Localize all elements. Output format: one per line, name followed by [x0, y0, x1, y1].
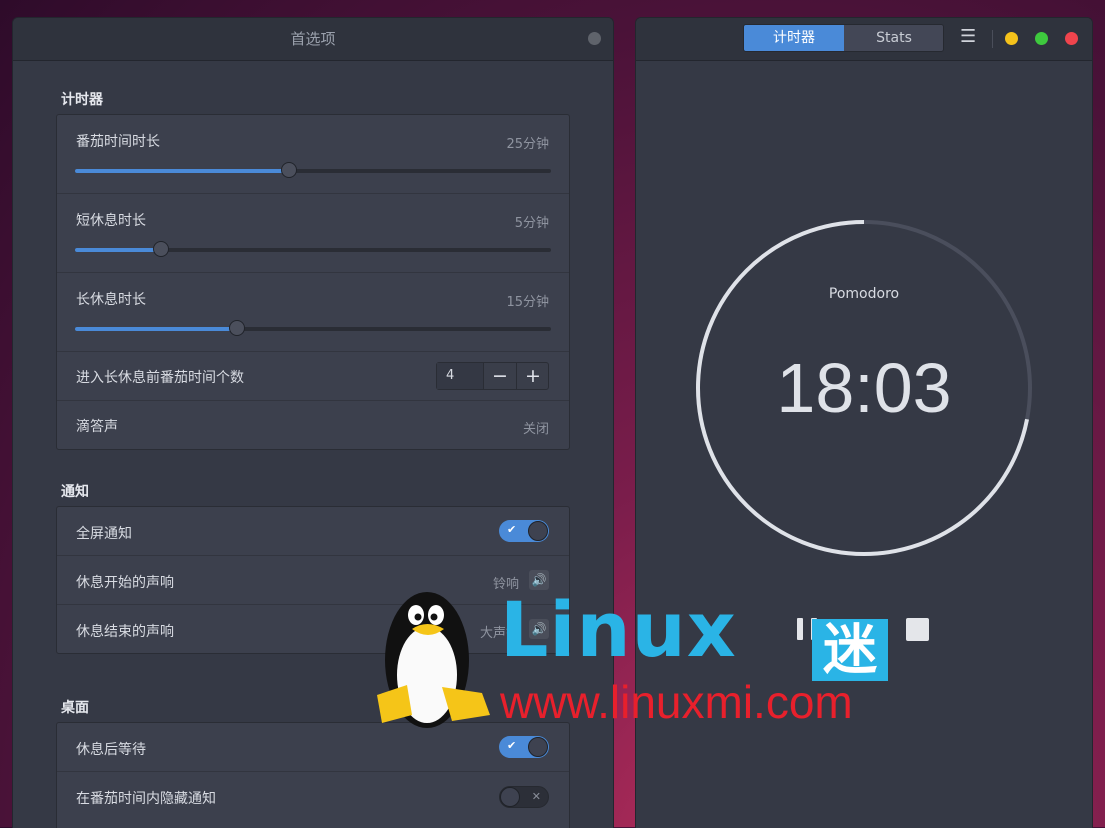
desktop-settings-group: 休息后等待 ✔ 在番茄时间内隐藏通知 ✕ — [56, 722, 570, 828]
toggle-knob — [528, 737, 548, 757]
check-icon: ✔ — [507, 739, 517, 752]
increment-button[interactable]: + — [517, 363, 549, 389]
slider-knob[interactable] — [228, 320, 245, 336]
cross-icon: ✕ — [531, 790, 541, 803]
pomodoro-count-stepper[interactable]: 4 − + — [436, 362, 549, 390]
pomodoro-count-row: 进入长休息前番茄时间个数 4 − + — [57, 352, 569, 401]
fullscreen-notify-label: 全屏通知 — [76, 526, 132, 542]
timer-settings-group: 番茄时间时长 25分钟 短休息时长 5分钟 长休息时长 15分钟 进入长休息前番… — [56, 114, 570, 450]
tab-timer[interactable]: 计时器 — [744, 25, 844, 51]
notification-section-title: 通知 — [61, 484, 89, 500]
short-break-duration-slider[interactable] — [75, 241, 551, 257]
fullscreen-notify-toggle[interactable]: ✔ — [499, 520, 549, 542]
timer-countdown: 18:03 — [776, 349, 952, 427]
break-start-sound-label: 休息开始的声响 — [76, 575, 174, 591]
tick-sound-label: 滴答声 — [76, 419, 118, 435]
timer-state-label: Pomodoro — [828, 286, 900, 302]
check-icon: ✔ — [507, 523, 517, 536]
timer-header: 计时器 Stats ☰ — [636, 18, 1092, 61]
slider-fill — [75, 248, 161, 252]
pomodoro-count-label: 进入长休息前番茄时间个数 — [76, 370, 244, 386]
hide-notify-label: 在番茄时间内隐藏通知 — [76, 791, 216, 807]
tab-stats[interactable]: Stats — [844, 25, 943, 51]
window-close-dot[interactable] — [588, 32, 601, 45]
minimize-button[interactable] — [1005, 32, 1018, 45]
toggle-knob — [528, 521, 548, 541]
wait-after-break-label: 休息后等待 — [76, 742, 146, 758]
fullscreen-notify-row: 全屏通知 ✔ — [57, 507, 569, 556]
watermark-brand: Linux — [500, 585, 737, 674]
short-break-duration-row: 短休息时长 5分钟 — [57, 194, 569, 273]
long-break-duration-label: 长休息时长 — [76, 292, 146, 308]
pomodoro-duration-label: 番茄时间时长 — [76, 134, 160, 150]
view-switcher: 计时器 Stats — [743, 24, 944, 52]
slider-knob[interactable] — [152, 241, 169, 257]
tick-sound-value[interactable]: 关闭 — [523, 418, 549, 437]
pomodoro-duration-slider[interactable] — [75, 162, 551, 178]
hide-notify-toggle[interactable]: ✕ — [499, 786, 549, 808]
decrement-button[interactable]: − — [484, 363, 517, 389]
watermark: Linux 迷 www.linuxmi.com — [372, 575, 892, 735]
pomodoro-duration-row: 番茄时间时长 25分钟 — [57, 115, 569, 194]
desktop-section-title: 桌面 — [61, 700, 89, 716]
long-break-duration-value: 15分钟 — [506, 295, 549, 310]
break-end-sound-label: 休息结束的声响 — [76, 624, 174, 640]
watermark-brand-cn: 迷 — [812, 619, 888, 681]
maximize-button[interactable] — [1035, 32, 1048, 45]
preferences-title: 首选项 — [290, 30, 336, 48]
short-break-duration-label: 短休息时长 — [76, 213, 146, 229]
slider-knob[interactable] — [281, 162, 298, 178]
header-separator — [992, 30, 993, 48]
long-break-duration-row: 长休息时长 15分钟 — [57, 273, 569, 352]
tick-sound-row[interactable]: 滴答声 关闭 — [57, 401, 569, 449]
hamburger-menu-icon[interactable]: ☰ — [960, 26, 976, 47]
long-break-duration-slider[interactable] — [75, 320, 551, 336]
wait-after-break-toggle[interactable]: ✔ — [499, 736, 549, 758]
preferences-header: 首选项 — [13, 18, 613, 61]
toggle-knob — [500, 787, 520, 807]
pomodoro-count-value[interactable]: 4 — [437, 363, 484, 389]
watermark-url: www.linuxmi.com — [500, 676, 853, 728]
timer-section-title: 计时器 — [61, 92, 103, 108]
close-button[interactable] — [1065, 32, 1078, 45]
tux-penguin-icon — [377, 592, 490, 728]
slider-fill — [75, 169, 290, 173]
short-break-duration-value: 5分钟 — [514, 216, 549, 231]
stop-button[interactable] — [906, 618, 929, 641]
pomodoro-duration-value: 25分钟 — [506, 137, 549, 152]
slider-fill — [75, 327, 237, 331]
hide-notify-row: 在番茄时间内隐藏通知 ✕ — [57, 772, 569, 822]
